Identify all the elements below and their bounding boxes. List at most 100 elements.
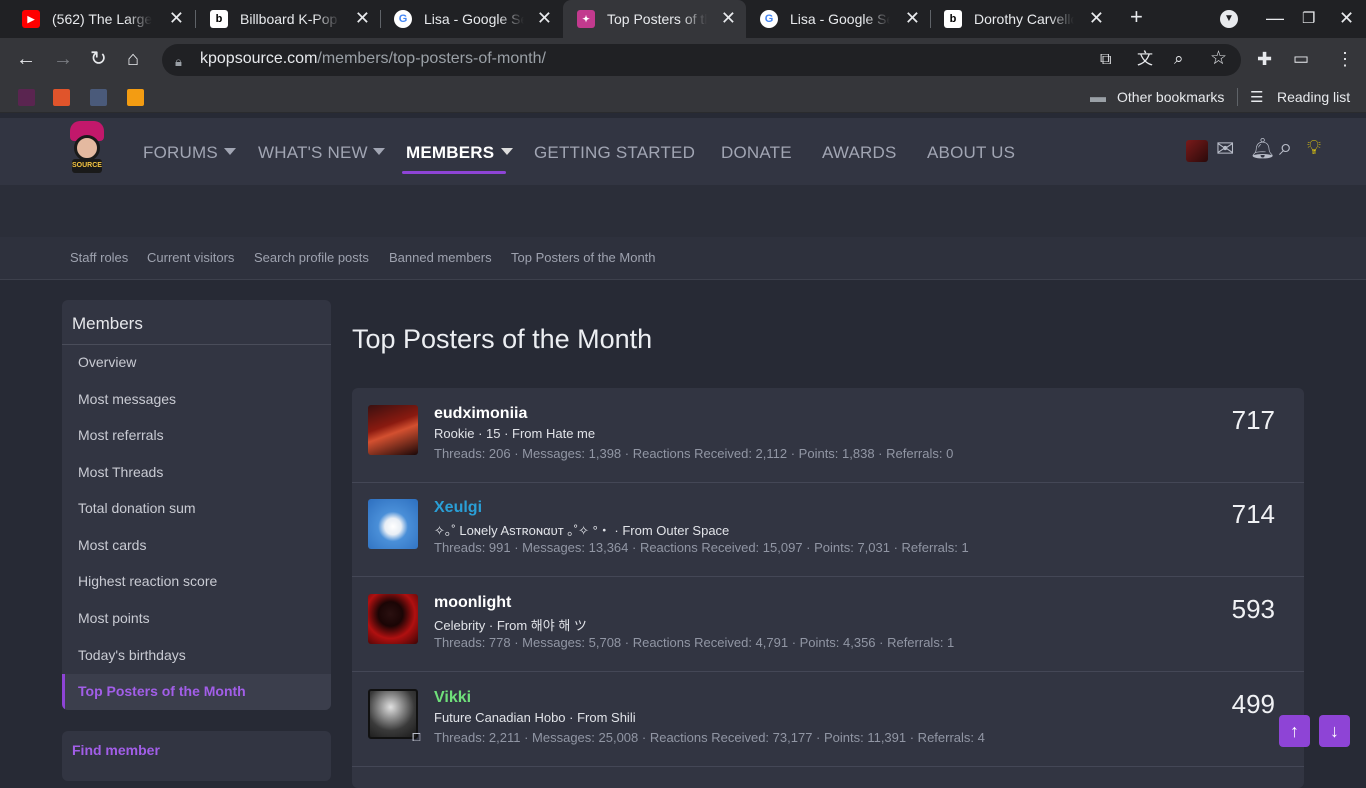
member-avatar[interactable] bbox=[368, 594, 418, 644]
browser-tab[interactable]: ▶ (562) The Largest K-Pop ✕ bbox=[8, 0, 194, 38]
zoom-icon[interactable]: ⌕ bbox=[1174, 50, 1184, 68]
bookmark-star-icon[interactable]: ☆ bbox=[1210, 49, 1227, 68]
browser-tab-active[interactable]: ✦ Top Posters of the Month ✕ bbox=[563, 0, 746, 38]
nav-whats-new[interactable]: WHAT'S NEW bbox=[258, 143, 368, 163]
reload-icon[interactable]: ↻ bbox=[90, 49, 107, 69]
envelope-icon[interactable]: ✉ bbox=[1216, 138, 1234, 160]
browser-tab[interactable]: b Billboard K-Pop 100 ✕ bbox=[196, 0, 380, 38]
member-avatar[interactable] bbox=[368, 499, 418, 549]
chevron-down-icon[interactable] bbox=[501, 148, 513, 155]
member-name[interactable]: eudximoniia bbox=[434, 405, 527, 423]
arrow-down-icon: ↓ bbox=[1330, 721, 1339, 741]
site-logo[interactable]: SOURCE bbox=[62, 121, 112, 177]
member-title: ✧｡˚ Lᴏɴely Aѕтʀᴏɴαυт ｡˚✧ °・ · From Outer… bbox=[434, 523, 730, 538]
sidebar-item-most-cards[interactable]: Most cards bbox=[78, 537, 146, 553]
close-window-icon[interactable]: ✕ bbox=[1339, 9, 1354, 27]
find-member-block: Find member bbox=[62, 731, 331, 781]
close-tab-icon[interactable]: ✕ bbox=[905, 9, 920, 27]
members-sidebar: Members Overview Most messages Most refe… bbox=[62, 300, 331, 710]
translate-icon[interactable]: 文 bbox=[1137, 51, 1153, 69]
member-post-count: 499 bbox=[1231, 689, 1275, 719]
sidebar-item-top-posters[interactable]: Top Posters of the Month bbox=[62, 674, 331, 710]
nav-forums[interactable]: FORUMS bbox=[143, 143, 218, 163]
google-icon: G bbox=[394, 10, 412, 28]
menu-icon[interactable]: ⋮ bbox=[1336, 50, 1354, 68]
member-stats: Threads: 991 · Messages: 13,364 · Reacti… bbox=[434, 540, 969, 555]
bookmark-site-icon[interactable] bbox=[90, 89, 107, 106]
sidebar-item-most-points[interactable]: Most points bbox=[78, 610, 150, 626]
user-avatar[interactable] bbox=[1186, 140, 1208, 162]
reading-list[interactable]: Reading list bbox=[1277, 89, 1350, 105]
member-post-count: 714 bbox=[1231, 499, 1275, 529]
cast-icon[interactable]: ▭ bbox=[1293, 50, 1309, 68]
reading-list-icon: ☰ bbox=[1250, 89, 1264, 106]
member-title: Celebrity · From 해야 해 ツ bbox=[434, 618, 587, 633]
bookmark-kpopsource-icon[interactable] bbox=[18, 89, 35, 106]
sidebar-item-birthdays[interactable]: Today's birthdays bbox=[78, 647, 186, 663]
header-band bbox=[0, 185, 1366, 237]
member-name[interactable]: Vikki bbox=[434, 689, 471, 707]
member-post-count: 593 bbox=[1231, 594, 1275, 624]
bing-icon: b bbox=[944, 10, 962, 28]
folder-icon: ▬ bbox=[1090, 89, 1106, 106]
bookmark-tool-icon[interactable] bbox=[53, 89, 70, 106]
sidebar-item-most-referrals[interactable]: Most referrals bbox=[78, 427, 164, 443]
nav-members[interactable]: MEMBERS bbox=[406, 143, 494, 163]
home-icon[interactable]: ⌂ bbox=[127, 49, 139, 69]
nav-selected-underline bbox=[402, 171, 506, 174]
sidebar-item-most-messages[interactable]: Most messages bbox=[78, 391, 176, 407]
member-title: Future Canadian Hobo · From Shili bbox=[434, 710, 636, 725]
subnav-current-visitors[interactable]: Current visitors bbox=[147, 250, 234, 265]
browser-tab[interactable]: b Dorothy Carvello's ✕ bbox=[930, 0, 1114, 38]
chevron-down-icon[interactable] bbox=[224, 148, 236, 155]
member-name[interactable]: Xeulgi bbox=[434, 499, 482, 517]
subnav-staff-roles[interactable]: Staff roles bbox=[70, 250, 128, 265]
close-tab-icon[interactable]: ✕ bbox=[1089, 9, 1104, 27]
chevron-down-icon[interactable] bbox=[373, 148, 385, 155]
page-title: Top Posters of the Month bbox=[352, 324, 653, 354]
subnav-banned-members[interactable]: Banned members bbox=[389, 250, 492, 265]
sidebar-item-overview[interactable]: Overview bbox=[78, 354, 136, 370]
tab-search-icon[interactable]: ▼ bbox=[1220, 10, 1238, 28]
nav-about-us[interactable]: ABOUT US bbox=[927, 143, 1015, 163]
find-member-heading[interactable]: Find member bbox=[72, 742, 160, 758]
scroll-top-button[interactable]: ↑ bbox=[1279, 715, 1310, 747]
url-text[interactable]: kpopsource.com/members/top-posters-of-mo… bbox=[200, 50, 546, 68]
nav-donate[interactable]: DONATE bbox=[721, 143, 792, 163]
browser-tab[interactable]: G Lisa - Google Search ✕ bbox=[746, 0, 930, 38]
bookmark-app-icon[interactable] bbox=[127, 89, 144, 106]
close-tab-icon[interactable]: ✕ bbox=[537, 9, 552, 27]
close-tab-icon[interactable]: ✕ bbox=[721, 9, 736, 27]
scroll-bottom-button[interactable]: ↓ bbox=[1319, 715, 1350, 747]
browser-tab[interactable]: G Lisa - Google Search ✕ bbox=[380, 0, 562, 38]
close-tab-icon[interactable]: ✕ bbox=[355, 9, 370, 27]
close-tab-icon[interactable]: ✕ bbox=[169, 9, 184, 27]
search-icon[interactable]: ⌕ bbox=[1279, 136, 1292, 160]
subnav-search-profile-posts[interactable]: Search profile posts bbox=[254, 250, 369, 265]
nav-awards[interactable]: AWARDS bbox=[822, 143, 897, 163]
member-row: Xeulgi ✧｡˚ Lᴏɴely Aѕтʀᴏɴαυт ｡˚✧ °・ · Fro… bbox=[352, 482, 1304, 577]
sidebar-item-highest-reaction[interactable]: Highest reaction score bbox=[78, 573, 217, 589]
lock-icon[interactable]: 🔒︎ bbox=[175, 53, 182, 71]
new-tab-button[interactable]: + bbox=[1130, 6, 1143, 28]
extensions-icon[interactable]: ✚ bbox=[1257, 50, 1272, 68]
member-avatar[interactable] bbox=[368, 689, 418, 739]
member-stats: Threads: 206 · Messages: 1,398 · Reactio… bbox=[434, 446, 954, 461]
sidebar-item-most-threads[interactable]: Most Threads bbox=[78, 464, 163, 480]
minimize-icon[interactable]: — bbox=[1266, 9, 1284, 27]
member-list: eudximoniia Rookie · 15 · From Hate me T… bbox=[352, 388, 1304, 788]
nav-getting-started[interactable]: GETTING STARTED bbox=[534, 143, 695, 163]
member-title: Rookie · 15 · From Hate me bbox=[434, 426, 596, 441]
bell-icon[interactable]: 🔔︎ bbox=[1250, 139, 1275, 159]
subnav-top-posters[interactable]: Top Posters of the Month bbox=[511, 250, 656, 265]
other-bookmarks[interactable]: Other bookmarks bbox=[1117, 89, 1224, 105]
restore-icon[interactable]: ❐ bbox=[1302, 10, 1315, 28]
member-name[interactable]: moonlight bbox=[434, 594, 511, 612]
sidebar-item-total-donation[interactable]: Total donation sum bbox=[78, 500, 196, 516]
back-icon[interactable]: ← bbox=[16, 49, 36, 69]
open-in-app-icon[interactable]: ⧉ bbox=[1100, 51, 1111, 69]
member-avatar[interactable] bbox=[368, 405, 418, 455]
lightbulb-icon[interactable]: 💡︎ bbox=[1307, 138, 1321, 158]
forward-icon[interactable]: → bbox=[53, 49, 73, 69]
arrow-up-icon: ↑ bbox=[1290, 721, 1299, 741]
